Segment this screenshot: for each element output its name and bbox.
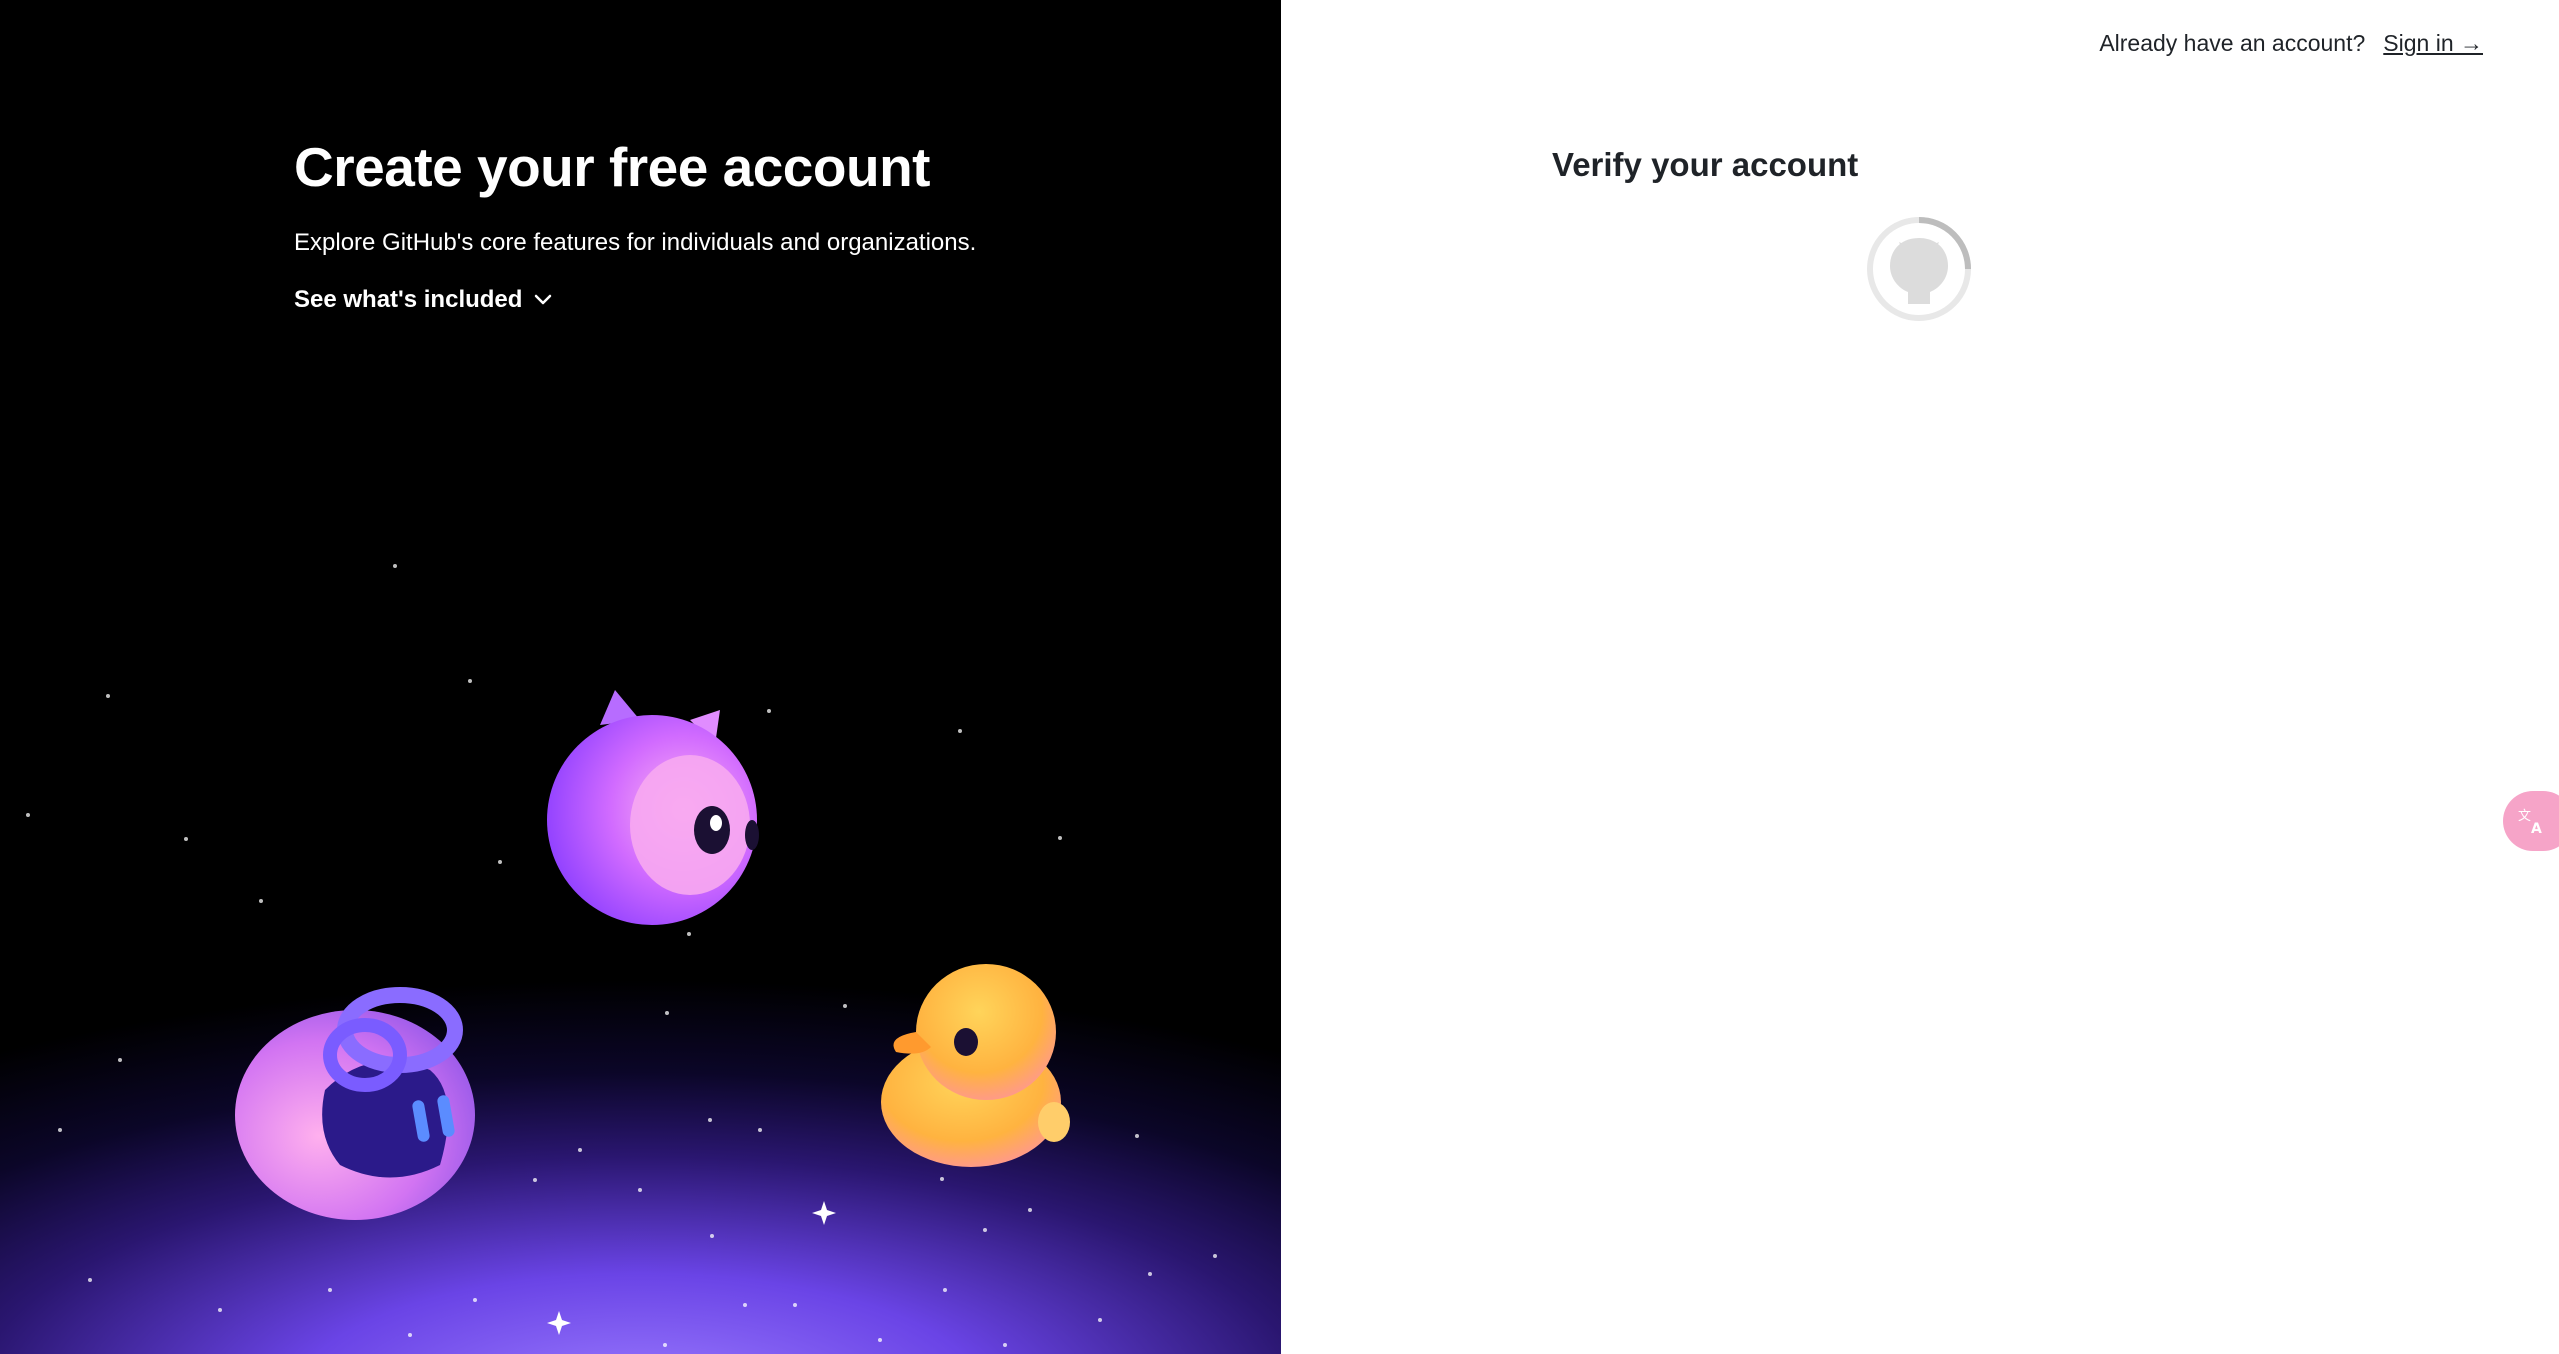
translate-icon: 文 A [2518, 809, 2542, 837]
octocat-mascot [547, 690, 759, 925]
svg-text:文: 文 [2518, 809, 2531, 824]
sign-in-link[interactable]: Sign in → [2383, 30, 2483, 57]
page-subtitle: Explore GitHub's core features for indiv… [294, 229, 977, 256]
github-octocat-loading-icon [1867, 217, 1971, 321]
copilot-robot-mascot [235, 987, 475, 1220]
signin-prompt-bar: Already have an account? Sign in → [2099, 30, 2483, 57]
chevron-down-icon [535, 294, 552, 305]
see-whats-included-toggle[interactable]: See what's included [294, 286, 552, 314]
signin-prompt-text: Already have an account? [2099, 30, 2366, 56]
translate-button[interactable]: 文 A [2503, 791, 2559, 851]
page-title: Create your free account [294, 136, 931, 198]
svg-text:A: A [2531, 821, 2542, 837]
toggle-label: See what's included [294, 286, 523, 313]
rubber-duck-mascot [881, 964, 1070, 1167]
hero-panel: Create your free account Explore GitHub'… [0, 0, 1281, 1354]
verify-account-title: Verify your account [1552, 146, 1859, 183]
hero-content: Create your free account Explore GitHub'… [294, 132, 976, 314]
